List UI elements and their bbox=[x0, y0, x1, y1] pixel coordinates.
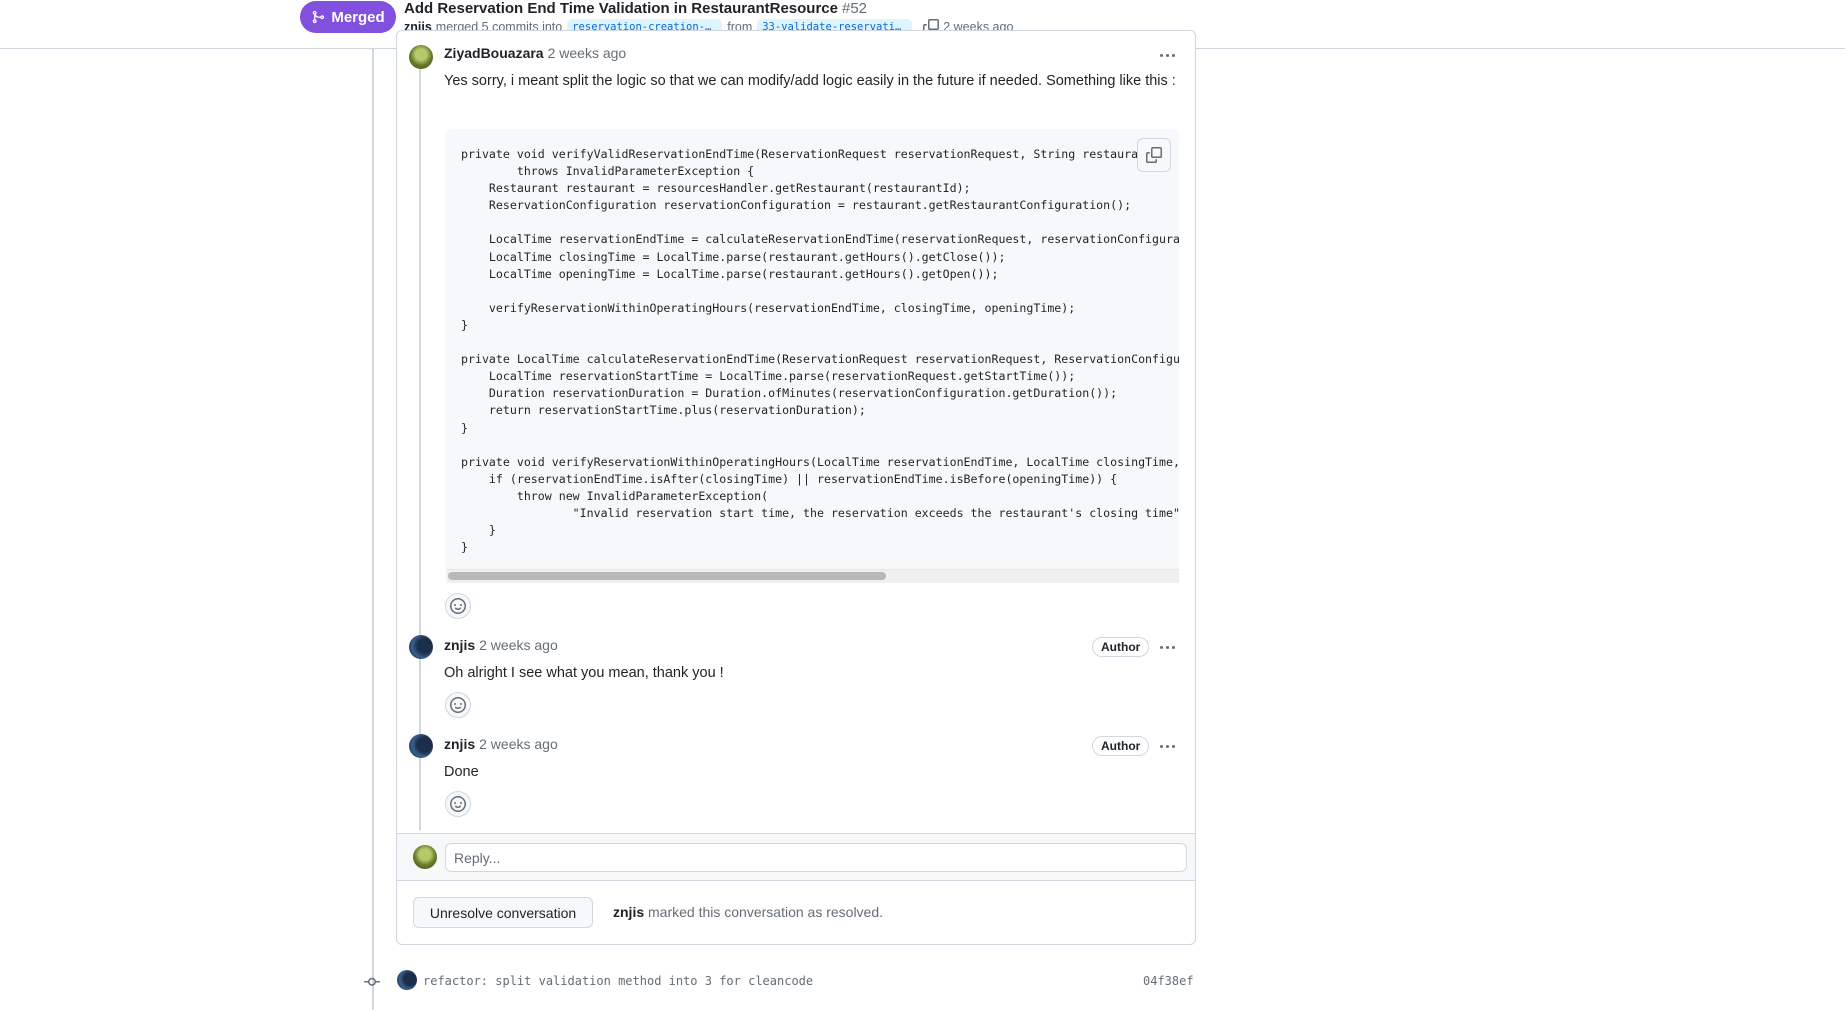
avatar[interactable] bbox=[409, 734, 433, 758]
comment-options-button[interactable] bbox=[1155, 738, 1179, 754]
copy-icon bbox=[1146, 147, 1162, 163]
merged-status-label: Merged bbox=[331, 8, 385, 26]
smiley-icon bbox=[450, 697, 466, 713]
comment-timestamp[interactable]: 2 weeks ago bbox=[479, 637, 558, 653]
resolved-by-link[interactable]: znjis bbox=[613, 904, 644, 920]
smiley-icon bbox=[450, 598, 466, 614]
kebab-horizontal-icon bbox=[1159, 53, 1163, 57]
commit-message-link[interactable]: refactor: split validation method into 3… bbox=[423, 974, 813, 988]
resolved-notice: znjis marked this conversation as resolv… bbox=[613, 904, 883, 920]
kebab-horizontal-icon bbox=[1159, 744, 1163, 748]
merged-status-badge: Merged bbox=[300, 1, 396, 33]
git-commit-icon bbox=[364, 977, 380, 986]
avatar[interactable] bbox=[409, 45, 433, 69]
comment-body: Done bbox=[444, 764, 479, 780]
copy-code-button[interactable] bbox=[1137, 138, 1171, 172]
comment-body: Yes sorry, i meant split the logic so th… bbox=[444, 73, 1176, 89]
comment-options-button[interactable] bbox=[1155, 47, 1179, 63]
comment-header: znjis 2 weeks ago bbox=[444, 637, 558, 653]
comment-timestamp[interactable]: 2 weeks ago bbox=[548, 45, 627, 61]
smiley-icon bbox=[450, 796, 466, 812]
resolved-text: marked this conversation as resolved. bbox=[648, 904, 884, 920]
avatar[interactable] bbox=[409, 635, 433, 659]
comment-author-link[interactable]: znjis bbox=[444, 736, 475, 752]
add-reaction-button[interactable] bbox=[445, 593, 471, 619]
author-role-badge: Author bbox=[1092, 736, 1150, 756]
kebab-horizontal-icon bbox=[1159, 645, 1163, 649]
pr-number: #52 bbox=[842, 0, 868, 17]
code-content: private void verifyValidReservationEndTi… bbox=[461, 147, 1179, 555]
avatar bbox=[413, 845, 437, 869]
comment-header: ZiyadBouazara 2 weeks ago bbox=[444, 45, 626, 61]
comment-timestamp[interactable]: 2 weeks ago bbox=[479, 736, 558, 752]
pr-title[interactable]: Add Reservation End Time Validation in R… bbox=[404, 0, 867, 17]
reply-input[interactable]: Reply... bbox=[445, 843, 1187, 872]
comment-body: Oh alright I see what you mean, thank yo… bbox=[444, 665, 724, 681]
code-block: private void verifyValidReservationEndTi… bbox=[445, 129, 1179, 583]
author-role-badge: Author bbox=[1092, 637, 1150, 657]
comment-options-button[interactable] bbox=[1155, 639, 1179, 655]
add-reaction-button[interactable] bbox=[445, 692, 471, 718]
code-scrollbar-thumb[interactable] bbox=[448, 572, 886, 580]
comment-author-link[interactable]: ZiyadBouazara bbox=[444, 45, 544, 61]
comment-header: znjis 2 weeks ago bbox=[444, 736, 558, 752]
timeline-line bbox=[372, 49, 374, 1010]
git-merge-icon bbox=[313, 10, 325, 24]
add-reaction-button[interactable] bbox=[445, 791, 471, 817]
comment-author-link[interactable]: znjis bbox=[444, 637, 475, 653]
thread-rail bbox=[419, 60, 421, 830]
unresolve-conversation-button[interactable]: Unresolve conversation bbox=[413, 897, 593, 928]
commit-sha-link[interactable]: 04f38ef bbox=[1143, 974, 1194, 988]
pr-title-text[interactable]: Add Reservation End Time Validation in R… bbox=[404, 0, 838, 17]
avatar[interactable] bbox=[397, 970, 417, 990]
